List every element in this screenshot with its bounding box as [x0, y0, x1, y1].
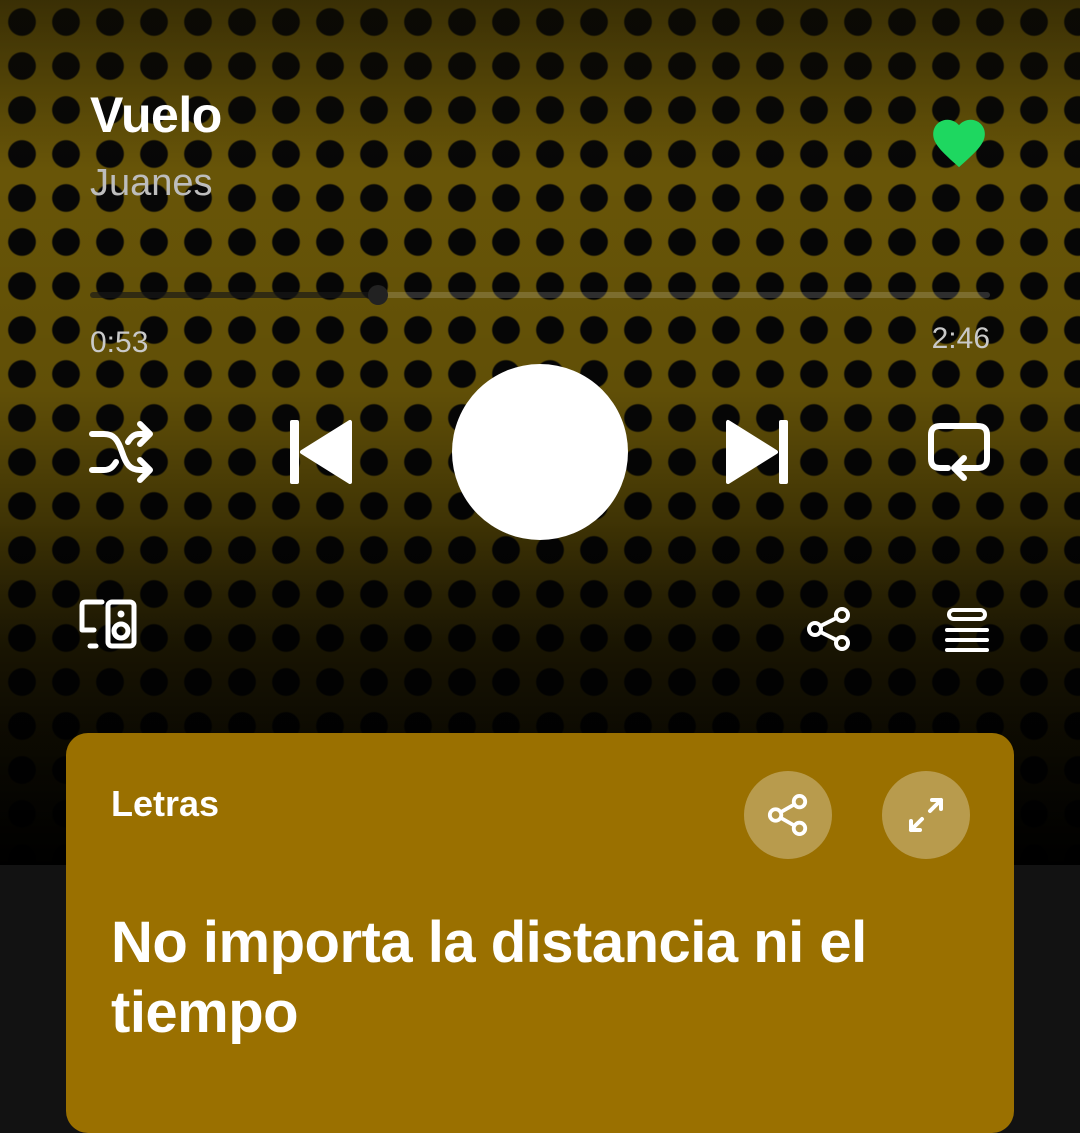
- progress-bar[interactable]: [90, 285, 990, 305]
- share-icon: [767, 793, 808, 837]
- track-artist[interactable]: Juanes: [90, 162, 213, 205]
- heart-icon[interactable]: [928, 112, 990, 174]
- skip-previous-icon[interactable]: [288, 418, 352, 486]
- lyrics-label: Letras: [111, 783, 220, 824]
- connect-devices-icon[interactable]: [78, 598, 138, 650]
- lyrics-share-button[interactable]: [744, 771, 832, 859]
- play-pause-button[interactable]: [452, 364, 628, 540]
- total-time: 2:46: [931, 322, 990, 355]
- queue-icon[interactable]: [944, 608, 990, 652]
- share-icon[interactable]: [806, 606, 852, 652]
- skip-next-icon[interactable]: [726, 418, 790, 486]
- expand-icon: [909, 798, 943, 832]
- progress-handle[interactable]: [368, 285, 388, 305]
- elapsed-time: 0:53: [90, 326, 149, 359]
- track-title[interactable]: Vuelo: [90, 86, 222, 144]
- lyrics-card[interactable]: Letras No importa la distancia ni el tie…: [66, 733, 1014, 1133]
- progress-fill: [90, 292, 378, 298]
- repeat-icon[interactable]: [926, 420, 992, 484]
- lyrics-current-line: No importa la distancia ni el tiempo: [111, 910, 867, 1045]
- shuffle-icon[interactable]: [88, 420, 156, 484]
- lyrics-expand-button[interactable]: [882, 771, 970, 859]
